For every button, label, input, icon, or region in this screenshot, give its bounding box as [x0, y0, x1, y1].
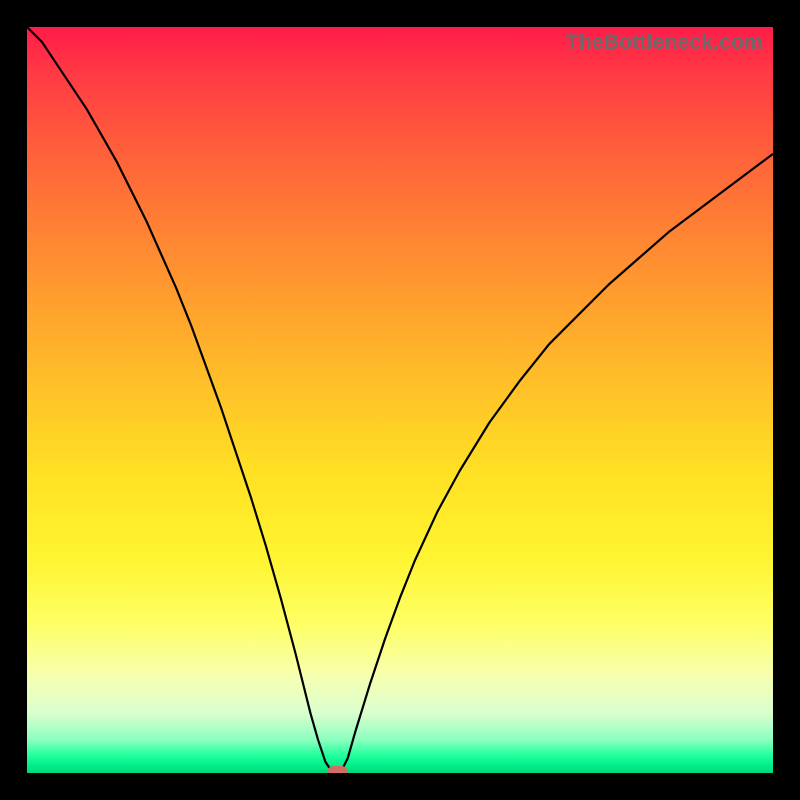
curve-path [27, 27, 773, 773]
chart-frame: TheBottleneck.com [0, 0, 800, 800]
bottleneck-curve [27, 27, 773, 773]
optimum-marker [327, 766, 348, 773]
plot-area: TheBottleneck.com [27, 27, 773, 773]
